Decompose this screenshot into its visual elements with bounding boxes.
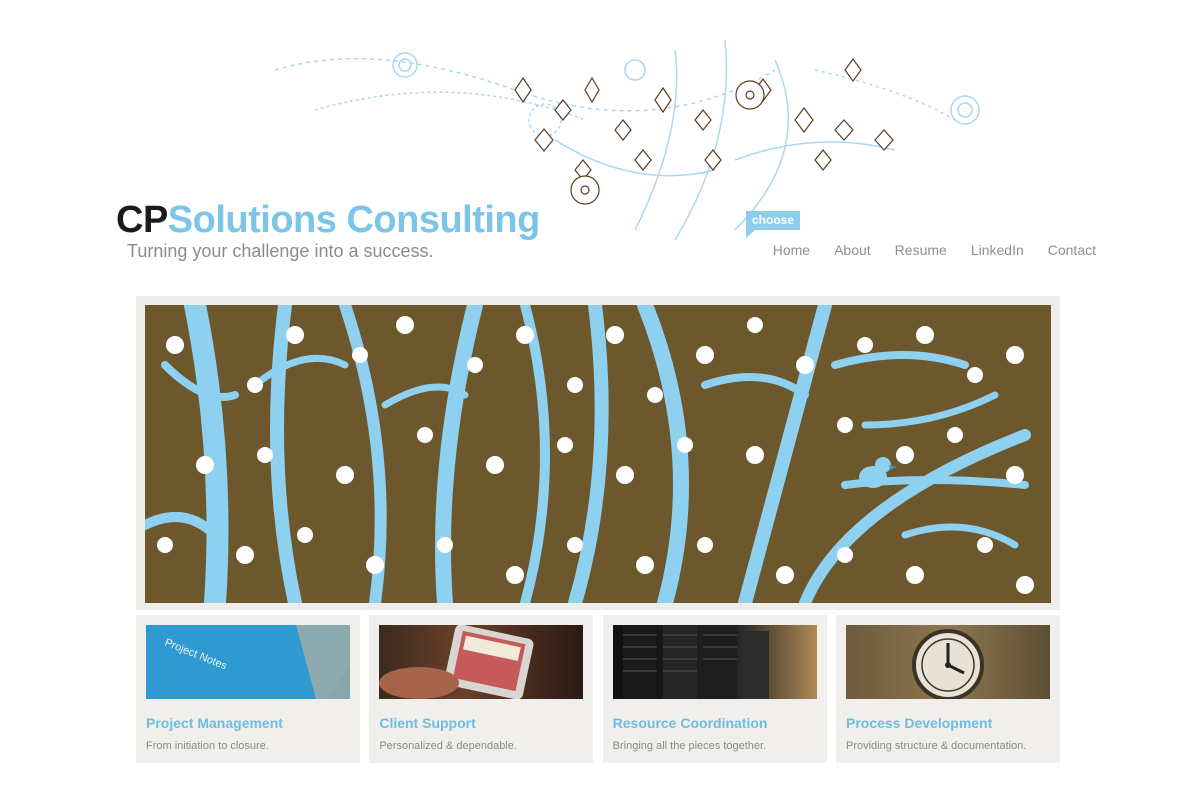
site-tagline: Turning your challenge into a success. xyxy=(127,241,434,261)
logo-cp: CP xyxy=(116,199,168,241)
card-resource-coordination[interactable]: Resource Coordination Bringing all the p… xyxy=(602,615,827,763)
card-title[interactable]: Process Development xyxy=(846,715,992,731)
hero-banner-frame xyxy=(136,296,1060,610)
service-cards: Project Notes Project Management From in… xyxy=(136,615,1060,763)
nav-resume[interactable]: Resume xyxy=(895,242,947,258)
card-title[interactable]: Client Support xyxy=(379,715,475,731)
card-subtitle: Bringing all the pieces together. xyxy=(612,740,767,752)
card-client-support[interactable]: Client Support Personalized & dependable… xyxy=(369,615,594,763)
nav-home[interactable]: Home xyxy=(773,242,810,258)
card-title[interactable]: Project Management xyxy=(146,715,283,731)
resource-coordination-image xyxy=(612,625,817,699)
card-title[interactable]: Resource Coordination xyxy=(613,715,768,731)
card-subtitle: From initiation to closure. xyxy=(146,740,269,752)
nav-linkedin[interactable]: LinkedIn xyxy=(971,242,1024,258)
card-subtitle: Personalized & dependable. xyxy=(379,740,517,752)
card-process-development[interactable]: Process Development Providing structure … xyxy=(835,615,1060,763)
main-nav: Home About Resume LinkedIn Contact xyxy=(749,242,1096,258)
card-project-management[interactable]: Project Notes Project Management From in… xyxy=(136,615,360,763)
hero-banner xyxy=(145,305,1051,603)
choose-badge: choose xyxy=(746,211,801,238)
logo-solutions-consulting: Solutions Consulting xyxy=(167,199,541,241)
nav-about[interactable]: About xyxy=(834,242,871,258)
blossom-tree-illustration xyxy=(145,305,1034,603)
process-development-image xyxy=(845,625,1050,699)
project-management-image: Project Notes xyxy=(146,625,350,699)
site-logo[interactable]: CPSolutions Consulting xyxy=(116,198,540,242)
card-subtitle: Providing structure & documentation. xyxy=(845,740,1027,752)
nav-contact[interactable]: Contact xyxy=(1048,242,1096,258)
client-support-image xyxy=(379,625,584,699)
